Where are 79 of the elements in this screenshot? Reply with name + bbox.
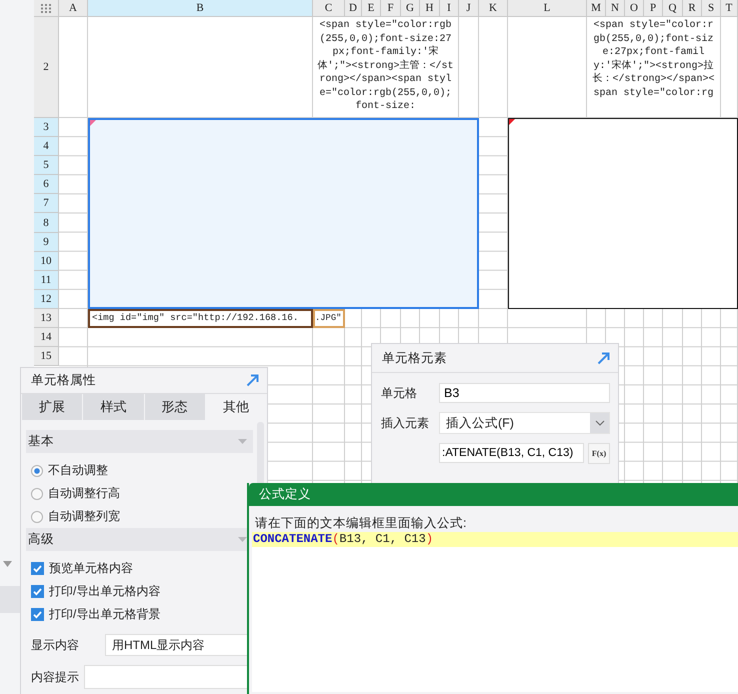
row-header[interactable]: 10 [34,252,59,271]
cell-text: .JPG" [313,308,345,328]
option-label: 预览单元格内容 [49,560,133,577]
column-header[interactable]: K [479,0,508,17]
radio-button[interactable] [31,464,43,476]
row-header[interactable]: 14 [34,328,59,348]
prompt-text: 请在下面的文本编辑框里面输入公式: [254,515,468,532]
tab[interactable]: 扩展 [22,394,82,420]
row-header[interactable]: 13 [34,308,59,328]
option-label: 打印/导出单元格内容 [49,583,160,600]
column-header[interactable]: C [313,0,345,17]
row-header[interactable]: 7 [34,194,59,214]
column-header[interactable]: D [345,0,362,17]
selected-range[interactable] [88,118,479,309]
column-header[interactable]: G [401,0,420,17]
column-header[interactable]: T [721,0,738,17]
row-header[interactable]: 12 [34,290,59,309]
column-header[interactable]: L [508,0,587,17]
column-header[interactable]: O [625,0,644,17]
column-header[interactable]: R [683,0,702,17]
formula-editor[interactable]: CONCATENATE(B13, C1, C13) [252,532,738,692]
option-label: 自动调整行高 [48,485,120,502]
insert-element-dropdown[interactable]: 插入公式(F) [439,412,610,434]
row-header[interactable]: 2 [34,17,59,118]
field-label: 内容提示 [30,668,80,686]
checkbox[interactable] [31,585,44,598]
comment-marker-icon [90,120,96,126]
row-header[interactable]: 8 [34,213,59,233]
cell-text: <img id="img" src="http://192.168.16. [88,308,313,328]
row-header[interactable]: 15 [34,347,59,366]
row-header[interactable]: 11 [34,270,59,290]
field-label: 显示内容 [30,636,80,654]
option-label: 不自动调整 [48,462,108,479]
field-label: 插入元素 [381,414,430,432]
radio-button[interactable] [31,510,43,522]
column-header[interactable]: N [606,0,625,17]
column-header[interactable]: S [702,0,721,17]
caret-icon[interactable] [3,561,12,567]
formula-field[interactable]: :ATENATE(B13, C1, C13) [439,443,584,463]
select-all-corner[interactable] [34,0,59,17]
tab[interactable]: 样式 [83,394,144,420]
section-header[interactable]: 基本 [26,430,253,453]
merged-cell[interactable] [508,118,738,309]
expand-arrow-icon[interactable] [246,374,259,387]
column-header[interactable]: J [459,0,479,17]
checkbox[interactable] [31,608,44,621]
column-header[interactable]: F [381,0,401,17]
column-header[interactable]: I [440,0,459,17]
grid-dots-icon [40,4,52,12]
chevron-down-icon [594,420,604,426]
caret-icon [238,537,247,542]
tab[interactable]: 形态 [144,394,205,420]
section-title: 高级 [28,531,54,548]
column-header[interactable]: P [644,0,663,17]
row-header[interactable]: 4 [34,137,59,156]
dialog-title: 公式定义 [259,486,311,503]
radio-button[interactable] [31,488,43,500]
column-header[interactable]: Q [663,0,683,17]
field-label: 单元格 [381,384,418,402]
option-label: 打印/导出单元格背景 [49,606,160,623]
checkbox[interactable] [31,562,44,575]
column-header[interactable]: H [420,0,440,17]
panel-title: 单元格属性 [31,372,96,389]
function-button[interactable]: F(x) [588,442,610,464]
option-label: 自动调整列宽 [48,508,120,525]
column-header[interactable]: B [88,0,313,17]
row-header[interactable]: 9 [34,232,59,252]
row-header[interactable]: 6 [34,175,59,194]
panel-title: 单元格元素 [382,350,447,366]
column-header[interactable]: M [587,0,606,17]
column-header[interactable]: A [59,0,88,17]
caret-icon [238,439,247,444]
row-header[interactable]: 5 [34,156,59,176]
column-header[interactable]: E [362,0,381,17]
row-header[interactable]: 3 [34,118,59,138]
comment-marker-icon [509,119,515,125]
cell-field[interactable]: B3 [439,383,610,403]
expand-arrow-icon[interactable] [597,352,610,364]
section-title: 基本 [28,433,54,450]
